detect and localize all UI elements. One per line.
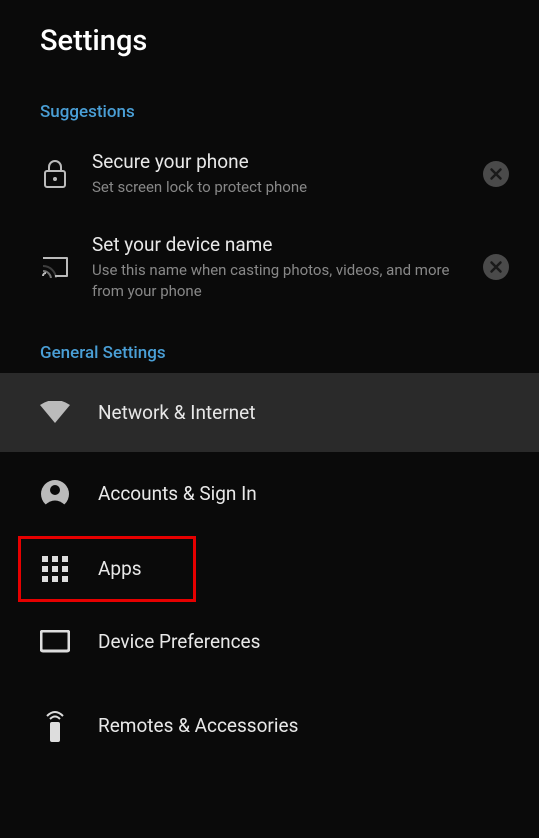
apps-icon [40,556,70,582]
settings-item-apps[interactable]: Apps [18,536,196,602]
settings-item-network[interactable]: Network & Internet [0,373,539,452]
settings-label: Device Preferences [98,630,260,653]
dismiss-button[interactable] [481,159,511,189]
monitor-icon [40,630,70,654]
account-icon [40,480,70,508]
page-header: Settings [0,0,539,78]
lock-icon [40,160,70,188]
close-icon [483,161,509,187]
suggestion-subtitle: Set screen lock to protect phone [92,177,459,197]
suggestion-content: Set your device name Use this name when … [92,233,459,301]
suggestion-device-name[interactable]: Set your device name Use this name when … [0,215,539,319]
dismiss-button[interactable] [481,252,511,282]
remote-icon [40,710,70,742]
cast-icon [40,256,70,278]
suggestion-title: Secure your phone [92,150,459,173]
section-header-general: General Settings [0,319,539,373]
settings-label: Accounts & Sign In [98,482,257,505]
suggestion-title: Set your device name [92,233,459,256]
settings-item-accounts[interactable]: Accounts & Sign In [0,452,539,536]
suggestion-subtitle: Use this name when casting photos, video… [92,260,459,301]
settings-item-device-preferences[interactable]: Device Preferences [0,602,539,682]
settings-label: Network & Internet [98,401,255,424]
settings-label: Remotes & Accessories [98,714,298,737]
settings-item-remotes[interactable]: Remotes & Accessories [0,682,539,770]
section-header-suggestions: Suggestions [0,78,539,132]
settings-label: Apps [98,557,142,580]
close-icon [483,254,509,280]
suggestion-secure-phone[interactable]: Secure your phone Set screen lock to pro… [0,132,539,215]
suggestion-content: Secure your phone Set screen lock to pro… [92,150,459,197]
wifi-icon [40,401,70,423]
page-title: Settings [40,24,499,58]
